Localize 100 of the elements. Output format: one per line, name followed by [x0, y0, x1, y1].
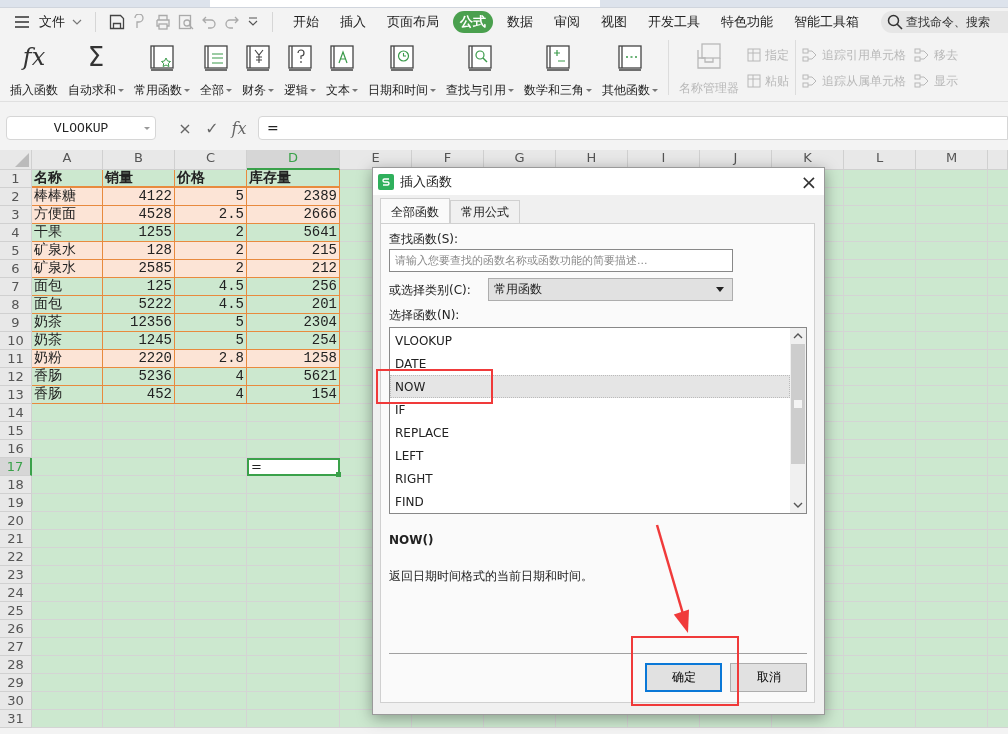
search-field[interactable]: 查找命令、搜索	[881, 11, 1008, 33]
ribbon-button[interactable]: 查找与引用	[442, 40, 518, 101]
row-header[interactable]: 18	[0, 476, 32, 494]
chevron-icon[interactable]	[72, 18, 82, 26]
ribbon-tab[interactable]: 智能工具箱	[787, 11, 866, 33]
row-header[interactable]: 25	[0, 602, 32, 620]
row-header[interactable]: 20	[0, 512, 32, 530]
more-icon[interactable]	[247, 16, 259, 28]
list-item[interactable]: LEFT	[390, 444, 790, 467]
column-header[interactable]: B	[103, 150, 175, 170]
row-header[interactable]: 9	[0, 314, 32, 332]
row-header[interactable]: 19	[0, 494, 32, 512]
row-header[interactable]: 23	[0, 566, 32, 584]
column-header[interactable]: C	[175, 150, 247, 170]
name-box[interactable]: VLOOKUP	[6, 116, 156, 140]
menu-icon[interactable]	[14, 15, 30, 29]
ok-button[interactable]: 确定	[645, 663, 722, 692]
row-header[interactable]: 3	[0, 206, 32, 224]
row-header[interactable]: 13	[0, 386, 32, 404]
active-cell[interactable]: =	[247, 458, 340, 476]
list-item[interactable]: NOW	[390, 375, 790, 398]
ribbon-button[interactable]: 日期和时间	[364, 40, 440, 101]
row-header[interactable]: 29	[0, 674, 32, 692]
ribbon-button[interactable]: Σ 自动求和	[64, 40, 128, 101]
cancel-button[interactable]: ×	[174, 118, 196, 138]
row-header[interactable]: 5	[0, 242, 32, 260]
row-header[interactable]: 21	[0, 530, 32, 548]
search-field[interactable]: 请输入您要查找的函数名称或函数功能的简要描述...	[389, 249, 733, 272]
ribbon-button[interactable]: fx 插入函数	[6, 40, 62, 101]
row-header[interactable]: 15	[0, 422, 32, 440]
file-menu[interactable]: 文件	[39, 13, 65, 31]
ribbon-button[interactable]: 文本	[322, 40, 362, 101]
dialog-tab[interactable]: 全部函数	[380, 198, 450, 223]
row-header[interactable]: 24	[0, 584, 32, 602]
column-header[interactable]: M	[916, 150, 988, 170]
ribbon-tab[interactable]: 公式	[453, 11, 493, 33]
column-header[interactable]: A	[32, 150, 103, 170]
ribbon-tab[interactable]: 数据	[500, 11, 540, 33]
cancel-button[interactable]: 取消	[730, 663, 807, 692]
print-preview-icon[interactable]	[178, 14, 194, 30]
row-header[interactable]: 26	[0, 620, 32, 638]
row-header[interactable]: 11	[0, 350, 32, 368]
row-header[interactable]: 22	[0, 548, 32, 566]
scroll-up-icon[interactable]	[793, 332, 803, 340]
row-header[interactable]: 10	[0, 332, 32, 350]
column-header[interactable]: E	[340, 150, 412, 170]
ribbon-tab[interactable]: 开始	[286, 11, 326, 33]
row-header[interactable]: 16	[0, 440, 32, 458]
ribbon-button[interactable]: 财务	[238, 40, 278, 101]
column-header[interactable]: K	[772, 150, 844, 170]
select-all-icon[interactable]	[15, 153, 29, 167]
list-item[interactable]: DATE	[390, 352, 790, 375]
ribbon-tab[interactable]: 插入	[333, 11, 373, 33]
list-item[interactable]: RIGHT	[390, 467, 790, 490]
row-header[interactable]: 8	[0, 296, 32, 314]
ribbon-tab[interactable]: 视图	[594, 11, 634, 33]
ribbon-tab[interactable]: 页面布局	[380, 11, 446, 33]
row-header[interactable]: 12	[0, 368, 32, 386]
category-dropdown[interactable]: 常用函数	[488, 278, 733, 301]
column-header[interactable]: H	[556, 150, 628, 170]
formula-field[interactable]: =	[258, 116, 1008, 140]
list-item[interactable]: REPLACE	[390, 421, 790, 444]
row-header[interactable]: 27	[0, 638, 32, 656]
ribbon-button[interactable]: 其他函数	[598, 40, 662, 101]
row-header[interactable]: 28	[0, 656, 32, 674]
row-header[interactable]: 7	[0, 278, 32, 296]
column-header[interactable]: L	[844, 150, 916, 170]
row-header[interactable]: 4	[0, 224, 32, 242]
column-header[interactable]: I	[628, 150, 700, 170]
undo-icon[interactable]	[201, 14, 217, 30]
scroll-thumb[interactable]	[791, 344, 805, 464]
insert-function-button[interactable]: fx	[228, 118, 250, 138]
scrollbar[interactable]	[790, 328, 806, 513]
ribbon-button[interactable]: 全部	[196, 40, 236, 101]
ribbon-button[interactable]: 数学和三角	[520, 40, 596, 101]
ribbon-tab[interactable]: 审阅	[547, 11, 587, 33]
ribbon-tab[interactable]: 特色功能	[714, 11, 780, 33]
ribbon-tab[interactable]: 开发工具	[641, 11, 707, 33]
list-item[interactable]: IF	[390, 398, 790, 421]
row-header[interactable]: 31	[0, 710, 32, 728]
row-header[interactable]: 6	[0, 260, 32, 278]
save-icon[interactable]	[109, 14, 125, 30]
row-header[interactable]: 14	[0, 404, 32, 422]
close-button[interactable]: ×	[794, 169, 824, 194]
column-header[interactable]	[988, 150, 1008, 170]
list-item[interactable]: VLOOKUP	[390, 329, 790, 352]
row-header[interactable]: 1	[0, 170, 32, 188]
row-header[interactable]: 2	[0, 188, 32, 206]
list-item[interactable]: FIND	[390, 490, 790, 513]
row-header[interactable]: 30	[0, 692, 32, 710]
dialog-tab[interactable]: 常用公式	[450, 200, 520, 223]
scroll-down-icon[interactable]	[793, 501, 803, 509]
print-icon[interactable]	[155, 14, 171, 30]
redo-icon[interactable]	[224, 14, 240, 30]
confirm-button[interactable]: ✓	[201, 118, 223, 138]
ribbon-button[interactable]: 常用函数	[130, 40, 194, 101]
column-header[interactable]: J	[700, 150, 772, 170]
column-header[interactable]: F	[412, 150, 484, 170]
column-header[interactable]: G	[484, 150, 556, 170]
ribbon-button[interactable]: 逻辑	[280, 40, 320, 101]
